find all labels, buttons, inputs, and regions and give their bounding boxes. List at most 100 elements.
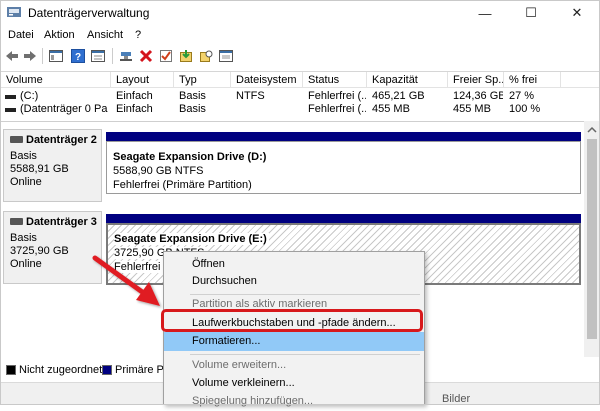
menu-aktion[interactable]: Aktion [44, 29, 75, 41]
volume-list: Volume Layout Typ Dateisystem Status Kap… [0, 71, 600, 117]
partition-title: Seagate Expansion Drive (E:) [114, 233, 269, 245]
console-tree-icon [49, 50, 63, 62]
cell-status: Fehlerfrei (... [308, 90, 366, 102]
settings-icon [219, 50, 233, 62]
cell-status: Fehlerfrei (... [308, 103, 366, 115]
disk-status: Online [10, 258, 42, 270]
minimize-icon: — [478, 5, 492, 21]
delete-icon [139, 49, 153, 63]
disk-name: Datenträger 2 [26, 134, 97, 146]
menu-help[interactable]: ? [135, 29, 141, 41]
partition-size: 5588,90 GB NTFS [113, 165, 204, 177]
cell-free-space: 455 MB [453, 103, 491, 115]
menu-item-shrink-volume[interactable]: Volume verkleinern... [164, 374, 424, 393]
column-header[interactable]: Volume [6, 74, 106, 86]
cell-percent-free: 100 % [509, 103, 541, 115]
column-divider[interactable] [366, 72, 367, 88]
back-button[interactable] [4, 48, 20, 64]
column-divider[interactable] [230, 72, 231, 88]
menu-ansicht[interactable]: Ansicht [87, 29, 123, 41]
forward-button[interactable] [22, 48, 38, 64]
cell-volume: (Datenträger 0 Par... [20, 103, 108, 115]
connect-button[interactable] [118, 48, 134, 64]
table-row[interactable]: (C:) Einfach Basis NTFS Fehlerfrei (... … [0, 90, 600, 104]
legend-swatch-primary [102, 365, 112, 375]
partition-header-bar [106, 214, 581, 223]
disk-status: Online [10, 176, 42, 188]
cell-percent-free: 27 % [509, 90, 535, 102]
table-row[interactable]: (Datenträger 0 Par... Einfach Basis Fehl… [0, 103, 600, 117]
help-icon: ? [71, 49, 85, 63]
menu-bar: Datei Aktion Ansicht ? [0, 26, 600, 45]
column-header[interactable]: Dateisystem [236, 74, 302, 86]
maximize-button[interactable]: ☐ [508, 0, 554, 26]
column-divider[interactable] [110, 72, 111, 88]
menu-item-add-mirror: Spiegelung hinzufügen... [192, 395, 314, 407]
menu-datei[interactable]: Datei [8, 29, 34, 41]
forward-icon [24, 51, 36, 61]
column-header[interactable]: Freier Sp... [453, 74, 503, 86]
legend-label: Primäre Pa [115, 364, 171, 376]
legend-swatch-unallocated [6, 365, 16, 375]
import-button[interactable] [178, 48, 194, 64]
partition-d[interactable]: Seagate Expansion Drive (D:) 5588,90 GB … [106, 141, 581, 194]
toolbar-separator [112, 48, 113, 64]
toolbar-separator [42, 48, 43, 64]
help-button[interactable]: ? [70, 48, 86, 64]
menu-separator [190, 354, 420, 355]
column-header[interactable]: Typ [179, 74, 229, 86]
toolbar: ? [0, 45, 600, 67]
column-header[interactable]: Layout [116, 74, 172, 86]
status-text: Bilder [442, 393, 471, 405]
svg-text:?: ? [75, 52, 81, 63]
close-icon: ✕ [571, 5, 583, 20]
disk-info-datentraeger-2[interactable]: Datenträger 2 Basis 5588,91 GB Online [3, 129, 102, 202]
cell-layout: Einfach [116, 90, 153, 102]
column-divider[interactable] [503, 72, 504, 88]
cell-filesystem: NTFS [236, 90, 265, 102]
partition-header-bar [106, 132, 581, 141]
legend-label: Nicht zugeordnet [19, 364, 103, 376]
menu-item-formatieren[interactable]: Formatieren... [164, 332, 424, 351]
column-divider[interactable] [447, 72, 448, 88]
maximize-icon: ☐ [525, 5, 537, 20]
cell-layout: Einfach [116, 103, 153, 115]
scrollbar-thumb[interactable] [587, 139, 597, 339]
properties-button[interactable] [90, 48, 106, 64]
hard-disk-icon [10, 218, 23, 225]
connect-icon [120, 52, 132, 61]
scroll-up-icon[interactable] [584, 123, 600, 137]
annotation-highlight-box [161, 309, 423, 332]
disk-management-app-icon [7, 7, 21, 17]
column-header[interactable]: Status [308, 74, 366, 86]
settings-button[interactable] [218, 48, 234, 64]
disk-size: 5588,91 GB [10, 163, 69, 175]
disk-type: Basis [10, 232, 37, 244]
menu-item-durchsuchen[interactable]: Durchsuchen [164, 272, 424, 291]
minimize-button[interactable]: — [462, 0, 508, 26]
disk-type: Basis [10, 150, 37, 162]
column-header[interactable]: % frei [509, 74, 559, 86]
hard-disk-icon [10, 136, 23, 143]
check-button[interactable] [158, 48, 174, 64]
console-tree-button[interactable] [48, 48, 64, 64]
properties-icon [91, 50, 105, 62]
partition-title: Seagate Expansion Drive (D:) [113, 151, 267, 163]
delete-button[interactable] [138, 48, 154, 64]
cell-type: Basis [179, 90, 206, 102]
column-header[interactable]: Kapazität [372, 74, 444, 86]
column-divider[interactable] [173, 72, 174, 88]
disk-size: 3725,90 GB [10, 245, 69, 257]
cell-capacity: 455 MB [372, 103, 410, 115]
list-header: Volume Layout Typ Dateisystem Status Kap… [0, 72, 600, 88]
close-button[interactable]: ✕ [554, 0, 600, 26]
import-icon [180, 50, 192, 62]
cell-type: Basis [179, 103, 206, 115]
vertical-scrollbar[interactable] [584, 121, 600, 357]
column-divider[interactable] [302, 72, 303, 88]
disk-info-datentraeger-3[interactable]: Datenträger 3 Basis 3725,90 GB Online [3, 211, 102, 284]
volume-icon [5, 108, 16, 112]
rescan-button[interactable] [198, 48, 214, 64]
column-divider[interactable] [560, 72, 561, 88]
cell-capacity: 465,21 GB [372, 90, 425, 102]
